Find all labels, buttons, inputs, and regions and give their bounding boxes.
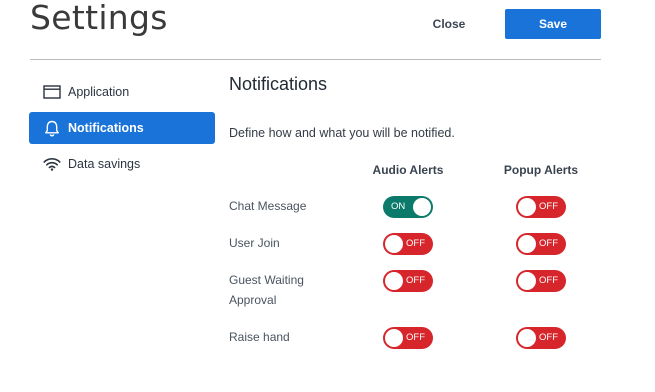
chat-message-popup-toggle[interactable]: OFF	[516, 196, 566, 218]
toggle-knob	[518, 329, 536, 347]
save-button[interactable]: Save	[505, 9, 601, 39]
toggle-state: OFF	[406, 238, 425, 249]
guest-waiting-popup-toggle[interactable]: OFF	[516, 270, 566, 292]
raise-hand-popup-toggle[interactable]: OFF	[516, 327, 566, 349]
toggle-state: OFF	[406, 275, 425, 286]
raise-hand-audio-toggle[interactable]: OFF	[383, 327, 433, 349]
sidebar-item-label: Notifications	[68, 121, 144, 135]
sidebar-item-application[interactable]: Application	[29, 76, 215, 108]
chat-message-audio-toggle[interactable]: ON	[383, 196, 433, 218]
toggle-state: OFF	[539, 332, 558, 343]
page-title: Settings	[30, 0, 168, 37]
row-label-guest-waiting-approval: Guest Waiting Approval	[229, 273, 304, 307]
guest-waiting-audio-toggle[interactable]: OFF	[383, 270, 433, 292]
toggle-state: OFF	[539, 201, 558, 212]
toggle-state: OFF	[539, 238, 558, 249]
header-divider	[30, 59, 601, 60]
row-label-chat-message: Chat Message	[229, 199, 307, 213]
toggle-knob	[413, 198, 431, 216]
sidebar: Application Notifications Data savings	[29, 76, 215, 184]
user-join-audio-toggle[interactable]: OFF	[383, 233, 433, 255]
sidebar-item-label: Application	[68, 85, 130, 99]
row-label-raise-hand: Raise hand	[229, 330, 290, 344]
section-title: Notifications	[229, 74, 328, 94]
toggle-state: OFF	[406, 332, 425, 343]
sidebar-item-notifications[interactable]: Notifications	[29, 112, 215, 144]
toggle-knob	[518, 235, 536, 253]
column-header-popup-alerts: Popup Alerts	[503, 163, 579, 177]
toggle-state: ON	[391, 201, 406, 212]
wifi-icon	[43, 155, 61, 173]
sidebar-item-label: Data savings	[68, 157, 141, 171]
bell-icon	[43, 119, 61, 137]
toggle-knob	[385, 272, 403, 290]
section-description: Define how and what you will be notified…	[229, 126, 455, 140]
user-join-popup-toggle[interactable]: OFF	[516, 233, 566, 255]
toggle-knob	[385, 235, 403, 253]
toggle-knob	[385, 329, 403, 347]
toggle-knob	[518, 272, 536, 290]
toggle-state: OFF	[539, 275, 558, 286]
sidebar-item-data-savings[interactable]: Data savings	[29, 148, 215, 180]
toggle-knob	[518, 198, 536, 216]
close-button[interactable]: Close	[418, 10, 480, 38]
row-label-user-join: User Join	[229, 236, 280, 250]
column-header-audio-alerts: Audio Alerts	[372, 163, 444, 177]
application-window-icon	[43, 83, 61, 101]
